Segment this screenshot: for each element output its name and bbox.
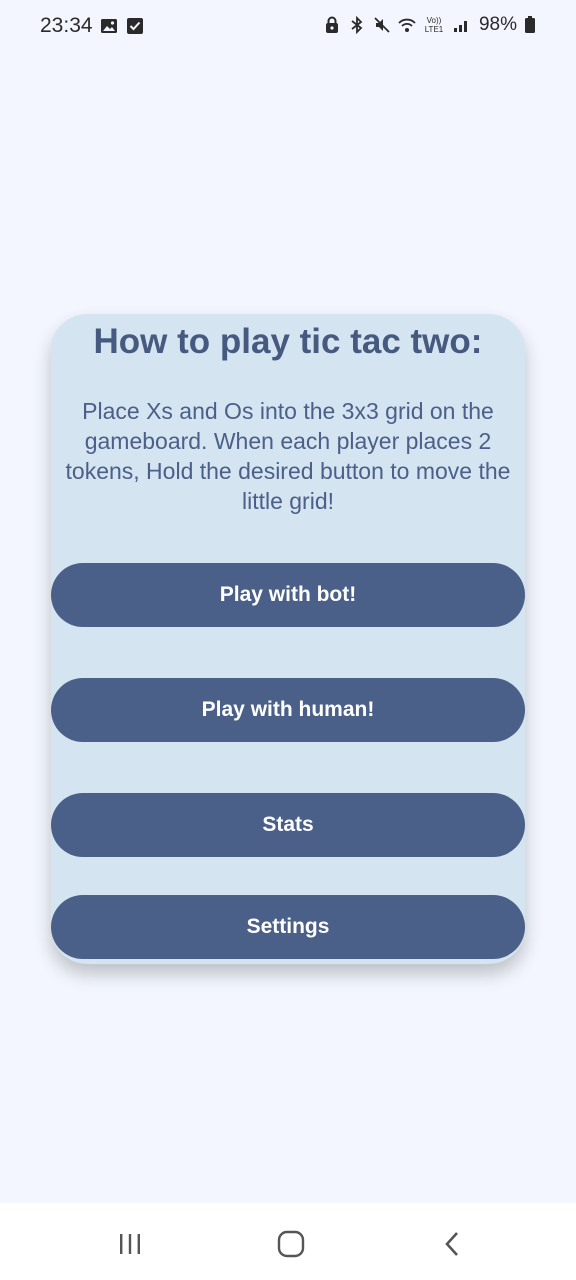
bluetooth-icon — [348, 15, 366, 35]
signal-icon — [452, 16, 470, 34]
stats-button[interactable]: Stats — [51, 793, 525, 857]
home-icon[interactable] — [271, 1229, 311, 1259]
play-with-bot-button[interactable]: Play with bot! — [51, 563, 525, 627]
navigation-bar — [0, 1203, 576, 1280]
settings-button[interactable]: Settings — [51, 895, 525, 959]
image-icon — [100, 17, 118, 35]
checkbox-icon — [126, 17, 144, 35]
volte-icon: Vo)) LTE1 — [424, 16, 444, 34]
back-icon[interactable] — [432, 1229, 472, 1259]
status-time: 23:34 — [40, 14, 93, 37]
card-title: How to play tic tac two: — [93, 322, 483, 361]
mute-icon — [373, 16, 391, 34]
card-instructions: Place Xs and Os into the 3x3 grid on the… — [65, 398, 511, 514]
play-with-human-button[interactable]: Play with human! — [51, 678, 525, 742]
battery-icon — [524, 16, 536, 34]
recents-icon[interactable] — [110, 1229, 150, 1259]
battery-percent: 98% — [478, 14, 517, 35]
status-right-icons: Vo)) LTE1 98% — [323, 14, 536, 36]
status-bar: 23:34 Vo)) LTE1 98% — [0, 0, 576, 54]
status-left-icons — [100, 17, 144, 35]
lock-icon — [323, 16, 341, 34]
wifi-icon — [398, 16, 416, 34]
